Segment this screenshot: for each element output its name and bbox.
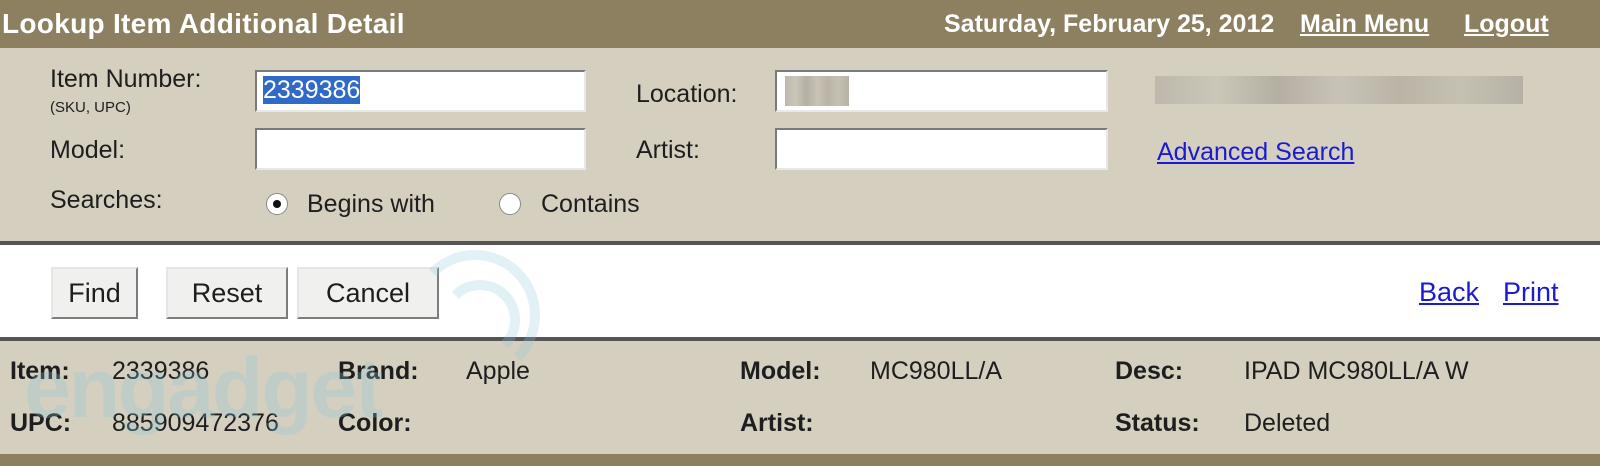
main-menu-link[interactable]: Main Menu	[1300, 10, 1429, 39]
print-link[interactable]: Print	[1503, 277, 1559, 308]
contains-radio[interactable]	[499, 193, 521, 215]
status-value: Deleted	[1244, 409, 1331, 437]
cancel-button[interactable]: Cancel	[297, 267, 439, 319]
bottom-border	[0, 454, 1600, 466]
desc-value: IPAD MC980LL/A W	[1244, 357, 1469, 385]
contains-label: Contains	[541, 190, 640, 218]
button-bar: Find Reset Cancel Back Print	[0, 245, 1600, 337]
brand-label: Brand:	[338, 357, 419, 385]
brand-value: Apple	[466, 357, 530, 385]
artist-label: Artist:	[636, 136, 700, 164]
location-label: Location:	[636, 80, 738, 108]
find-button[interactable]: Find	[51, 267, 138, 319]
item-number-value: 2339386	[263, 76, 361, 104]
model-label: Model:	[50, 136, 126, 164]
reset-button[interactable]: Reset	[166, 267, 288, 319]
model-field[interactable]	[255, 128, 586, 170]
artist-field[interactable]	[775, 128, 1108, 170]
desc-label: Desc:	[1115, 357, 1184, 385]
searches-label: Searches:	[50, 186, 163, 214]
upc-value: 885909472376	[112, 409, 279, 437]
item-number-hint: (SKU, UPC)	[50, 99, 131, 116]
color-label: Color:	[338, 409, 412, 437]
item-detail-panel: Item: 2339386 Brand: Apple Model: MC980L…	[0, 341, 1600, 454]
current-date: Saturday, February 25, 2012	[944, 10, 1275, 38]
item-value: 2339386	[112, 357, 210, 385]
search-panel: Item Number: (SKU, UPC) 2339386 Location…	[0, 48, 1600, 245]
redacted-location	[785, 76, 849, 106]
item-number-field[interactable]: 2339386	[255, 70, 586, 112]
advanced-search-link[interactable]: Advanced Search	[1157, 138, 1354, 167]
item-label: Item:	[10, 357, 70, 385]
back-link[interactable]: Back	[1419, 277, 1479, 308]
model-detail-value: MC980LL/A	[870, 357, 1003, 385]
item-number-label: Item Number:	[50, 65, 202, 93]
logout-link[interactable]: Logout	[1464, 10, 1549, 39]
begins-with-radio[interactable]	[266, 193, 288, 215]
artist-detail-label: Artist:	[740, 409, 814, 437]
upc-label: UPC:	[10, 409, 72, 437]
page-title: Lookup Item Additional Detail	[2, 8, 405, 39]
redacted-store-info	[1155, 76, 1523, 104]
title-bar: Lookup Item Additional Detail Saturday, …	[0, 0, 1600, 48]
model-detail-label: Model:	[740, 357, 821, 385]
status-label: Status:	[1115, 409, 1200, 437]
location-field[interactable]	[775, 70, 1108, 112]
begins-with-label: Begins with	[307, 190, 435, 218]
